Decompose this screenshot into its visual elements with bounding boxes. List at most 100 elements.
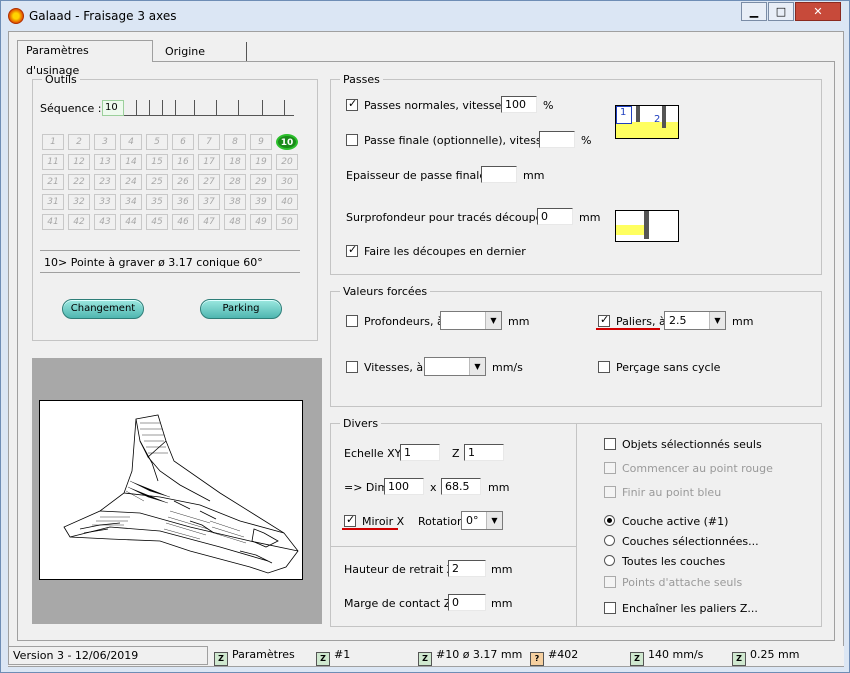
toutes-couches-radio[interactable] bbox=[604, 555, 615, 566]
tool-slot-20[interactable]: 20 bbox=[276, 154, 298, 170]
sequence-cell[interactable] bbox=[250, 100, 263, 116]
status-tool[interactable]: Z #10 ø 3.17 mm bbox=[414, 646, 522, 666]
percage-checkbox[interactable] bbox=[598, 361, 610, 373]
passes-normales-input[interactable]: 100 bbox=[501, 96, 537, 113]
tool-slot-16[interactable]: 16 bbox=[172, 154, 194, 170]
tool-slot-7[interactable]: 7 bbox=[198, 134, 220, 150]
tool-slot-25[interactable]: 25 bbox=[146, 174, 168, 190]
miroir-x-checkbox[interactable]: ✓ bbox=[344, 513, 356, 527]
chevron-down-icon[interactable]: ▼ bbox=[469, 358, 485, 375]
status-layer[interactable]: Z #1 bbox=[312, 646, 408, 666]
tool-slot-35[interactable]: 35 bbox=[146, 194, 168, 210]
enchainer-paliers-checkbox[interactable] bbox=[604, 602, 616, 614]
passe-finale-input[interactable] bbox=[539, 131, 575, 148]
tool-slot-29[interactable]: 29 bbox=[250, 174, 272, 190]
tool-slot-8[interactable]: 8 bbox=[224, 134, 246, 150]
minimize-button[interactable]: ▁ bbox=[741, 2, 767, 21]
surprofondeur-input[interactable]: 0 bbox=[537, 208, 573, 225]
profondeurs-select[interactable]: ▼ bbox=[440, 311, 502, 330]
passe-finale-checkbox[interactable] bbox=[346, 134, 358, 146]
retrait-input[interactable]: 2 bbox=[448, 560, 486, 577]
tool-slot-45[interactable]: 45 bbox=[146, 214, 168, 230]
tool-slot-19[interactable]: 19 bbox=[250, 154, 272, 170]
tool-slot-17[interactable]: 17 bbox=[198, 154, 220, 170]
tool-slot-21[interactable]: 21 bbox=[42, 174, 64, 190]
dim-y-input[interactable]: 68.5 bbox=[441, 478, 481, 495]
sequence-cell[interactable] bbox=[272, 100, 285, 116]
tool-slot-47[interactable]: 47 bbox=[198, 214, 220, 230]
tool-slot-15[interactable]: 15 bbox=[146, 154, 168, 170]
tool-slot-14[interactable]: 14 bbox=[120, 154, 142, 170]
close-button[interactable]: ✕ bbox=[795, 2, 841, 21]
sequence-cell[interactable] bbox=[204, 100, 217, 116]
paliers-select[interactable]: 2.5 ▼ bbox=[664, 311, 726, 330]
sequence-cell[interactable] bbox=[124, 100, 137, 116]
tool-slot-39[interactable]: 39 bbox=[250, 194, 272, 210]
paliers-checkbox[interactable]: ✓ bbox=[598, 313, 610, 327]
marge-input[interactable]: 0 bbox=[448, 594, 486, 611]
tool-slot-43[interactable]: 43 bbox=[94, 214, 116, 230]
tool-slot-50[interactable]: 50 bbox=[276, 214, 298, 230]
finir-bleu-checkbox[interactable] bbox=[604, 486, 616, 498]
passes-normales-checkbox[interactable]: ✓ bbox=[346, 97, 358, 111]
chevron-down-icon[interactable]: ▼ bbox=[709, 312, 725, 329]
commencer-rouge-checkbox[interactable] bbox=[604, 462, 616, 474]
tab-parametres-usinage[interactable]: Paramètres d'usinage bbox=[17, 40, 153, 77]
vitesses-select[interactable]: ▼ bbox=[424, 357, 486, 376]
tool-slot-9[interactable]: 9 bbox=[250, 134, 272, 150]
tool-slot-12[interactable]: 12 bbox=[68, 154, 90, 170]
status-params[interactable]: Z Paramètres bbox=[210, 646, 308, 666]
tool-slot-36[interactable]: 36 bbox=[172, 194, 194, 210]
sequence-field[interactable]: 10 bbox=[102, 100, 294, 116]
tool-slot-1[interactable]: 1 bbox=[42, 134, 64, 150]
tool-slot-37[interactable]: 37 bbox=[198, 194, 220, 210]
sequence-cell[interactable] bbox=[163, 100, 176, 116]
maximize-button[interactable]: □ bbox=[768, 2, 794, 21]
status-speed[interactable]: Z 140 mm/s bbox=[626, 646, 726, 666]
status-count[interactable]: ? #402 bbox=[526, 646, 622, 666]
tool-slot-3[interactable]: 3 bbox=[94, 134, 116, 150]
couches-selectionnees-radio[interactable] bbox=[604, 535, 615, 546]
vitesses-checkbox[interactable] bbox=[346, 361, 358, 373]
tool-slot-40[interactable]: 40 bbox=[276, 194, 298, 210]
tool-slot-6[interactable]: 6 bbox=[172, 134, 194, 150]
chevron-down-icon[interactable]: ▼ bbox=[485, 312, 501, 329]
tool-slot-27[interactable]: 27 bbox=[198, 174, 220, 190]
tool-slot-26[interactable]: 26 bbox=[172, 174, 194, 190]
sequence-cell[interactable] bbox=[137, 100, 150, 116]
sequence-cell[interactable] bbox=[226, 100, 239, 116]
tool-slot-22[interactable]: 22 bbox=[68, 174, 90, 190]
tool-slot-13[interactable]: 13 bbox=[94, 154, 116, 170]
changement-button[interactable]: Changement bbox=[62, 299, 144, 319]
tool-slot-24[interactable]: 24 bbox=[120, 174, 142, 190]
rotation-select[interactable]: 0° ▼ bbox=[461, 511, 503, 530]
tool-slot-10[interactable]: 10 bbox=[276, 134, 298, 150]
sequence-cell-1[interactable]: 10 bbox=[102, 100, 124, 116]
tool-slot-5[interactable]: 5 bbox=[146, 134, 168, 150]
z-input[interactable]: 1 bbox=[464, 444, 504, 461]
profondeurs-checkbox[interactable] bbox=[346, 315, 358, 327]
tool-slot-33[interactable]: 33 bbox=[94, 194, 116, 210]
tool-slot-42[interactable]: 42 bbox=[68, 214, 90, 230]
tool-slot-32[interactable]: 32 bbox=[68, 194, 90, 210]
points-attache-checkbox[interactable] bbox=[604, 576, 616, 588]
tool-slot-41[interactable]: 41 bbox=[42, 214, 64, 230]
tool-slot-4[interactable]: 4 bbox=[120, 134, 142, 150]
status-depth[interactable]: Z 0.25 mm bbox=[728, 646, 838, 666]
sequence-cell[interactable] bbox=[182, 100, 195, 116]
echelle-input[interactable]: 1 bbox=[400, 444, 440, 461]
tool-slot-2[interactable]: 2 bbox=[68, 134, 90, 150]
tool-slot-46[interactable]: 46 bbox=[172, 214, 194, 230]
tool-slot-44[interactable]: 44 bbox=[120, 214, 142, 230]
tool-slot-23[interactable]: 23 bbox=[94, 174, 116, 190]
chevron-down-icon[interactable]: ▼ bbox=[486, 512, 502, 529]
tool-slot-38[interactable]: 38 bbox=[224, 194, 246, 210]
sequence-cell[interactable] bbox=[150, 100, 163, 116]
tool-slot-28[interactable]: 28 bbox=[224, 174, 246, 190]
epaisseur-input[interactable] bbox=[481, 166, 517, 183]
parking-button[interactable]: Parking bbox=[200, 299, 282, 319]
tool-slot-49[interactable]: 49 bbox=[250, 214, 272, 230]
tool-slot-30[interactable]: 30 bbox=[276, 174, 298, 190]
dim-x-input[interactable]: 100 bbox=[384, 478, 424, 495]
tool-slot-11[interactable]: 11 bbox=[42, 154, 64, 170]
